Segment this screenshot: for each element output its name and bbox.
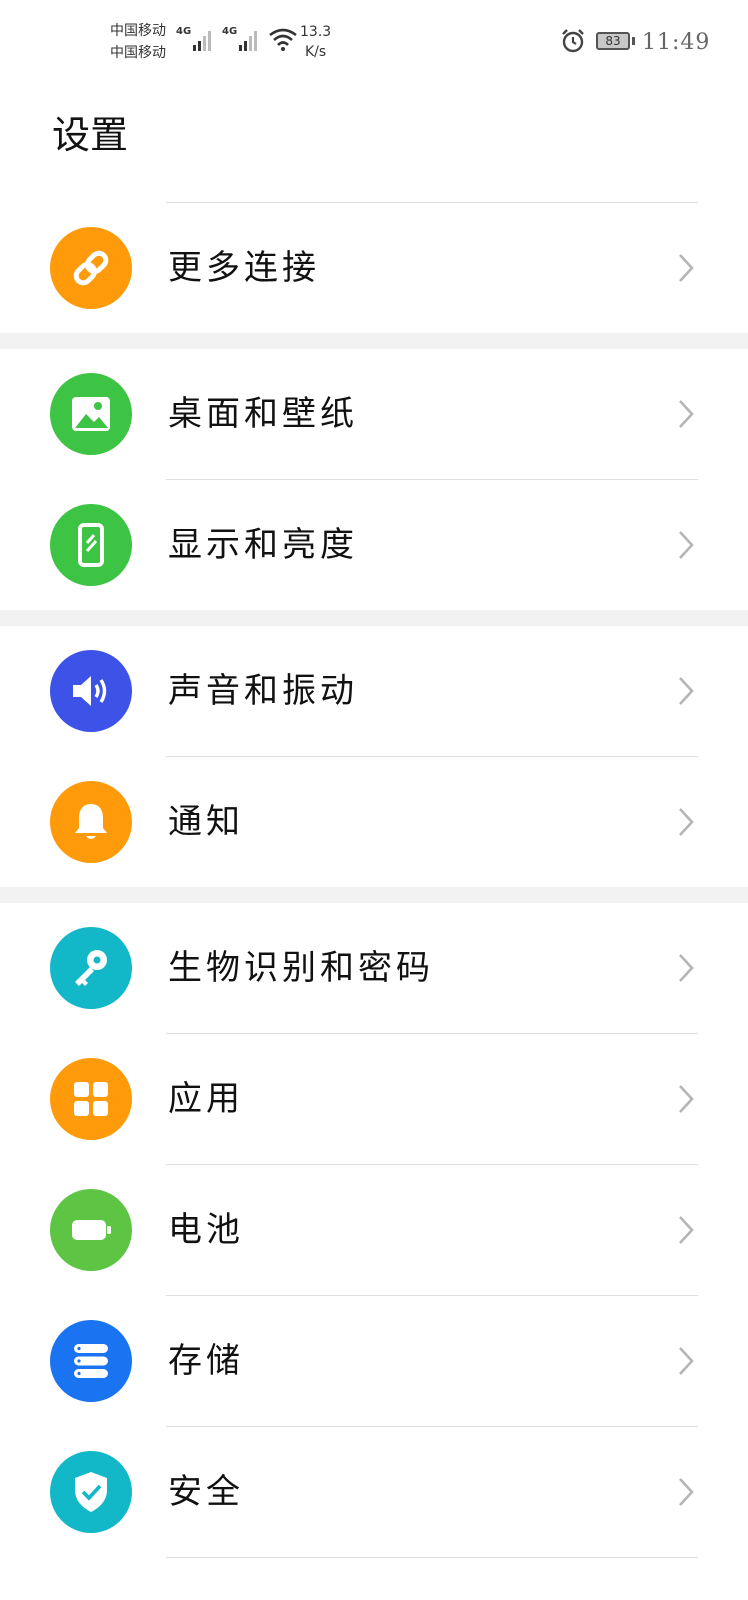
chevron-right-icon: [679, 400, 694, 428]
chevron-right-icon: [679, 1478, 694, 1506]
settings-item-label: 安全: [168, 1472, 244, 1512]
settings-item-label: 通知: [168, 802, 244, 842]
carrier-1: 中国移动: [110, 23, 166, 39]
section-gap: [0, 333, 748, 349]
divider: [166, 1557, 698, 1558]
settings-item-label: 存储: [168, 1341, 244, 1381]
signal-bars-2-icon: [239, 29, 258, 51]
chevron-right-icon: [679, 808, 694, 836]
speed-unit: K/s: [304, 44, 327, 60]
chevron-right-icon: [679, 1347, 694, 1375]
key-icon: [50, 927, 132, 1009]
speaker-icon: [50, 650, 132, 732]
settings-item-storage[interactable]: 存储: [0, 1296, 748, 1426]
phone-brightness-icon: [50, 504, 132, 586]
network-type-2: 4G: [222, 26, 238, 37]
link-icon: [50, 227, 132, 309]
signal-2: 4G: [222, 26, 258, 51]
settings-item-notifications[interactable]: 通知: [0, 757, 748, 887]
apps-grid-icon: [50, 1058, 132, 1140]
chevron-right-icon: [679, 954, 694, 982]
page-title: 设置: [52, 113, 129, 157]
status-bar: 中国移动 中国移动 4G 4G 13.3 K/s 83 11:49: [0, 0, 748, 80]
settings-item-label: 电池: [168, 1210, 244, 1250]
carrier-labels: 中国移动 中国移动: [110, 20, 166, 64]
settings-item-battery[interactable]: 电池: [0, 1165, 748, 1295]
wifi-icon: [269, 28, 297, 51]
settings-item-label: 生物识别和密码: [168, 948, 434, 988]
battery-cap: [632, 37, 635, 45]
chevron-right-icon: [679, 1085, 694, 1113]
battery-icon: [50, 1189, 132, 1271]
section-gap: [0, 610, 748, 626]
network-speed: 13.3 K/s: [300, 22, 331, 62]
settings-item-biometrics-password[interactable]: 生物识别和密码: [0, 903, 748, 1033]
bell-icon: [50, 781, 132, 863]
settings-item-label: 更多连接: [168, 248, 320, 288]
storage-icon: [50, 1320, 132, 1402]
settings-item-more-connections[interactable]: 更多连接: [0, 203, 748, 333]
alarm-icon: [562, 29, 584, 53]
settings-item-label: 桌面和壁纸: [168, 394, 358, 434]
signal-1: 4G: [176, 26, 212, 51]
image-icon: [50, 373, 132, 455]
chevron-right-icon: [679, 1216, 694, 1244]
signal-bars-1-icon: [193, 29, 212, 51]
settings-item-label: 应用: [168, 1079, 244, 1119]
chevron-right-icon: [679, 531, 694, 559]
shield-icon: [50, 1451, 132, 1533]
settings-item-security[interactable]: 安全: [0, 1427, 748, 1557]
network-type-1: 4G: [176, 26, 192, 37]
settings-item-label: 声音和振动: [168, 671, 358, 711]
settings-item-display-brightness[interactable]: 显示和亮度: [0, 480, 748, 610]
section-gap: [0, 887, 748, 903]
settings-item-home-wallpaper[interactable]: 桌面和壁纸: [0, 349, 748, 479]
battery-indicator: 83: [596, 32, 630, 50]
carrier-2: 中国移动: [110, 45, 166, 61]
settings-item-apps[interactable]: 应用: [0, 1034, 748, 1164]
clock: 11:49: [642, 30, 711, 55]
settings-item-label: 显示和亮度: [168, 525, 358, 565]
speed-value: 13.3: [300, 24, 332, 40]
chevron-right-icon: [679, 677, 694, 705]
chevron-right-icon: [679, 254, 694, 282]
settings-item-sound-vibration[interactable]: 声音和振动: [0, 626, 748, 756]
